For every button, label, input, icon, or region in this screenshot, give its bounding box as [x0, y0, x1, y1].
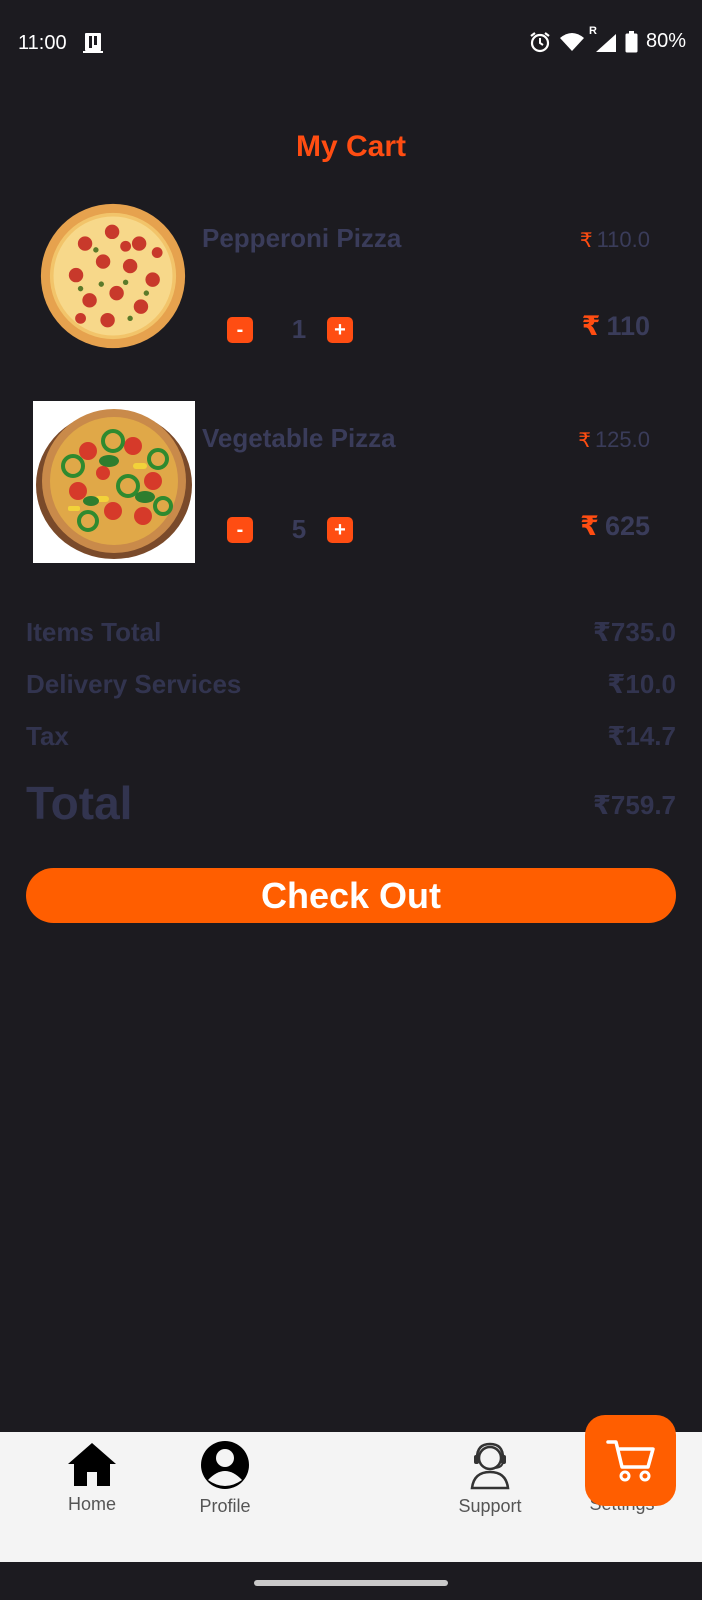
- item-name: Vegetable Pizza: [202, 423, 396, 453]
- line-total-value: 110: [606, 311, 650, 341]
- cart-icon: [605, 1439, 655, 1481]
- nav-item-support[interactable]: Support: [435, 1440, 545, 1517]
- cart-fab-button[interactable]: [585, 1415, 676, 1506]
- item-line-total: ₹110: [582, 311, 650, 342]
- roaming-label: R: [588, 24, 597, 37]
- battery-icon: [625, 30, 638, 52]
- cart-item-vegetable-pizza: Vegetable Pizza ₹125.0 - 5 + ₹625: [0, 401, 702, 571]
- line-total-value: 625: [604, 511, 650, 541]
- battery-percent: 80%: [645, 30, 686, 52]
- support-agent-icon: [470, 1442, 510, 1490]
- tax-value: ₹14.7: [607, 721, 676, 751]
- tax-label: Tax: [26, 721, 69, 751]
- summary-total: Total ₹759.7: [26, 776, 676, 836]
- pepperoni-pizza-image: [40, 203, 186, 349]
- status-bar: 11:00 R 80%: [0, 0, 702, 88]
- alarm-icon: [530, 31, 550, 52]
- cell-signal-icon: R: [589, 25, 617, 53]
- summary-delivery: Delivery Services ₹10.0: [26, 669, 676, 705]
- increase-quantity-button[interactable]: +: [327, 317, 353, 343]
- item-name: Pepperoni Pizza: [202, 223, 402, 253]
- item-line-total: ₹625: [580, 511, 650, 542]
- status-icons: R 80%: [529, 25, 686, 53]
- unit-price-value: 125.0: [594, 427, 650, 452]
- unit-price-value: 110.0: [596, 227, 650, 252]
- wifi-icon: [559, 32, 584, 51]
- vegetable-pizza-image: [33, 401, 195, 563]
- home-icon: [68, 1443, 116, 1486]
- nav-label-profile: Profile: [199, 1496, 251, 1516]
- total-value: ₹759.7: [592, 790, 676, 820]
- decrease-quantity-button[interactable]: -: [227, 517, 253, 543]
- delivery-value: ₹10.0: [607, 669, 676, 699]
- nav-item-home[interactable]: Home: [37, 1440, 147, 1515]
- gesture-handle[interactable]: [254, 1580, 448, 1586]
- nav-label-support: Support: [458, 1496, 522, 1516]
- summary-tax: Tax ₹14.7: [26, 721, 676, 757]
- nav-item-profile[interactable]: Profile: [170, 1440, 280, 1517]
- quantity-value: 5: [291, 514, 307, 544]
- rupee-symbol: ₹: [579, 230, 593, 252]
- item-unit-price: ₹125.0: [578, 427, 650, 453]
- rupee-symbol: ₹: [580, 511, 599, 541]
- summary-items-total: Items Total ₹735.0: [26, 617, 676, 653]
- items-total-value: ₹735.0: [592, 617, 676, 647]
- nav-label-home: Home: [67, 1494, 116, 1514]
- cart-item-pepperoni-pizza: Pepperoni Pizza ₹110.0 - 1 + ₹110: [0, 201, 702, 371]
- profile-icon: [201, 1441, 249, 1489]
- page-title: My Cart: [295, 130, 407, 163]
- quantity-value: 1: [291, 314, 307, 344]
- rupee-symbol: ₹: [578, 430, 591, 452]
- total-label: Total: [26, 777, 133, 829]
- checkout-button[interactable]: Check Out: [26, 868, 676, 923]
- delivery-label: Delivery Services: [26, 669, 242, 699]
- status-time: 11:00: [18, 32, 67, 54]
- increase-quantity-button[interactable]: +: [327, 517, 353, 543]
- decrease-quantity-button[interactable]: -: [227, 317, 253, 343]
- item-unit-price: ₹110.0: [580, 227, 650, 253]
- notification-app-icon: [83, 33, 103, 53]
- rupee-symbol: ₹: [581, 311, 601, 341]
- items-total-label: Items Total: [26, 617, 162, 647]
